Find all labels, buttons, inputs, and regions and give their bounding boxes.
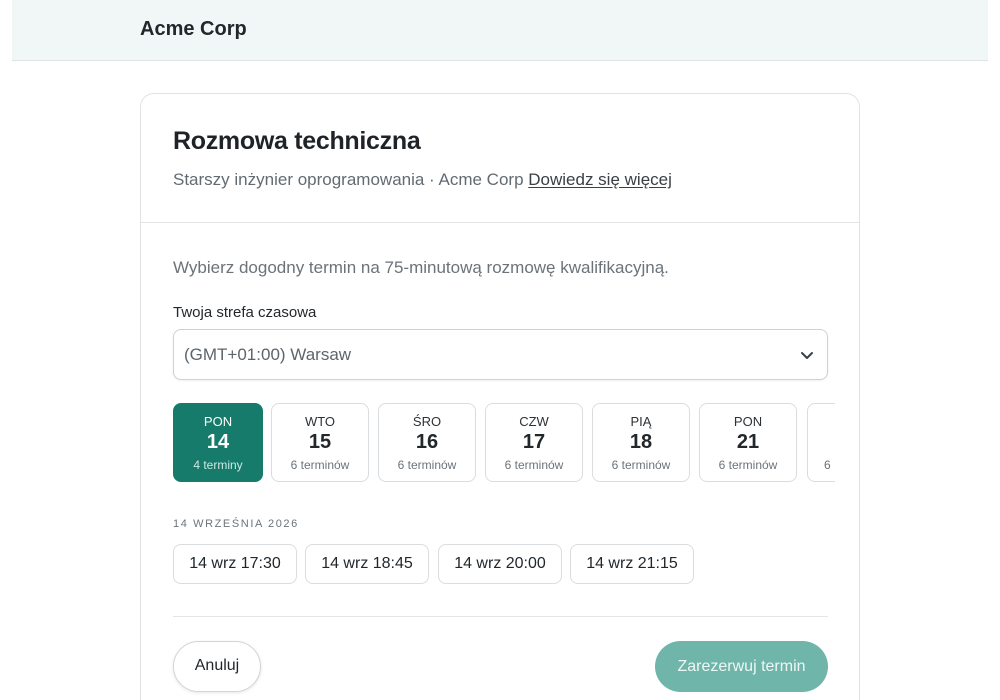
day-weekday: PON xyxy=(203,414,233,429)
cancel-button[interactable]: Anuluj xyxy=(173,641,261,692)
day-option[interactable]: PON 14 4 terminy xyxy=(173,403,263,482)
day-weekday: PON xyxy=(733,414,763,429)
card-header: Rozmowa techniczna Starszy inżynier opro… xyxy=(141,94,859,223)
day-slot-count: 6 terminów xyxy=(290,458,350,472)
day-number: 14 xyxy=(206,431,230,453)
book-slot-button[interactable]: Zarezerwuj termin xyxy=(655,641,828,692)
day-option[interactable]: ŚRO 16 6 terminów xyxy=(378,403,476,482)
page-title: Rozmowa techniczna xyxy=(173,127,421,155)
learn-more-link[interactable]: Dowiedz się więcej xyxy=(528,170,672,189)
time-slot-button[interactable]: 14 wrz 18:45 xyxy=(305,544,429,584)
day-option[interactable]: PIĄ 18 6 terminów xyxy=(592,403,690,482)
top-bar: Acme Corp xyxy=(12,0,988,61)
day-option[interactable]: CZW 17 6 terminów xyxy=(485,403,583,482)
timezone-label: Twoja strefa czasowa xyxy=(173,304,317,321)
timezone-value: (GMT+01:00) Warsaw xyxy=(184,345,352,364)
job-subtitle: Starszy inżynier oprogramowania · Acme C… xyxy=(173,170,672,190)
time-slot-button[interactable]: 14 wrz 17:30 xyxy=(173,544,297,584)
intro-text: Wybierz dogodny termin na 75-minutową ro… xyxy=(173,258,669,277)
day-weekday: PIĄ xyxy=(630,414,652,429)
day-slot-count: 6 terminów xyxy=(611,458,671,472)
day-number: 15 xyxy=(308,431,332,453)
selected-date-heading: 14 WRZEŚNIA 2026 xyxy=(173,518,299,530)
booking-card: Rozmowa techniczna Starszy inżynier opro… xyxy=(140,93,860,700)
time-slot-button[interactable]: 14 wrz 21:15 xyxy=(570,544,694,584)
day-weekday: WTO xyxy=(304,414,336,429)
job-subtitle-text: Starszy inżynier oprogramowania · Acme C… xyxy=(173,170,524,189)
day-number: 21 xyxy=(736,431,760,453)
timezone-select[interactable]: (GMT+01:00) Warsaw xyxy=(173,329,828,380)
chevron-down-icon xyxy=(801,352,813,359)
day-number: 16 xyxy=(415,431,439,453)
day-option[interactable]: 6 xyxy=(807,403,835,482)
day-option[interactable]: PON 21 6 terminów xyxy=(699,403,797,482)
day-weekday: CZW xyxy=(519,414,549,429)
day-number: 18 xyxy=(629,431,653,453)
day-option[interactable]: WTO 15 6 terminów xyxy=(271,403,369,482)
day-slot-count: 6 terminów xyxy=(397,458,457,472)
day-weekday: ŚRO xyxy=(412,414,442,429)
day-slot-count: 6 terminów xyxy=(718,458,778,472)
time-slot-button[interactable]: 14 wrz 20:00 xyxy=(438,544,562,584)
day-picker: PON 14 4 terminy WTO 15 6 terminów ŚRO 1… xyxy=(173,403,835,485)
day-number: 17 xyxy=(522,431,546,453)
day-slot-count: 6 terminów xyxy=(504,458,564,472)
brand-name: Acme Corp xyxy=(140,18,247,40)
day-slot-count: 4 terminy xyxy=(193,458,243,472)
divider xyxy=(173,616,828,617)
day-slot-count: 6 xyxy=(824,458,831,472)
